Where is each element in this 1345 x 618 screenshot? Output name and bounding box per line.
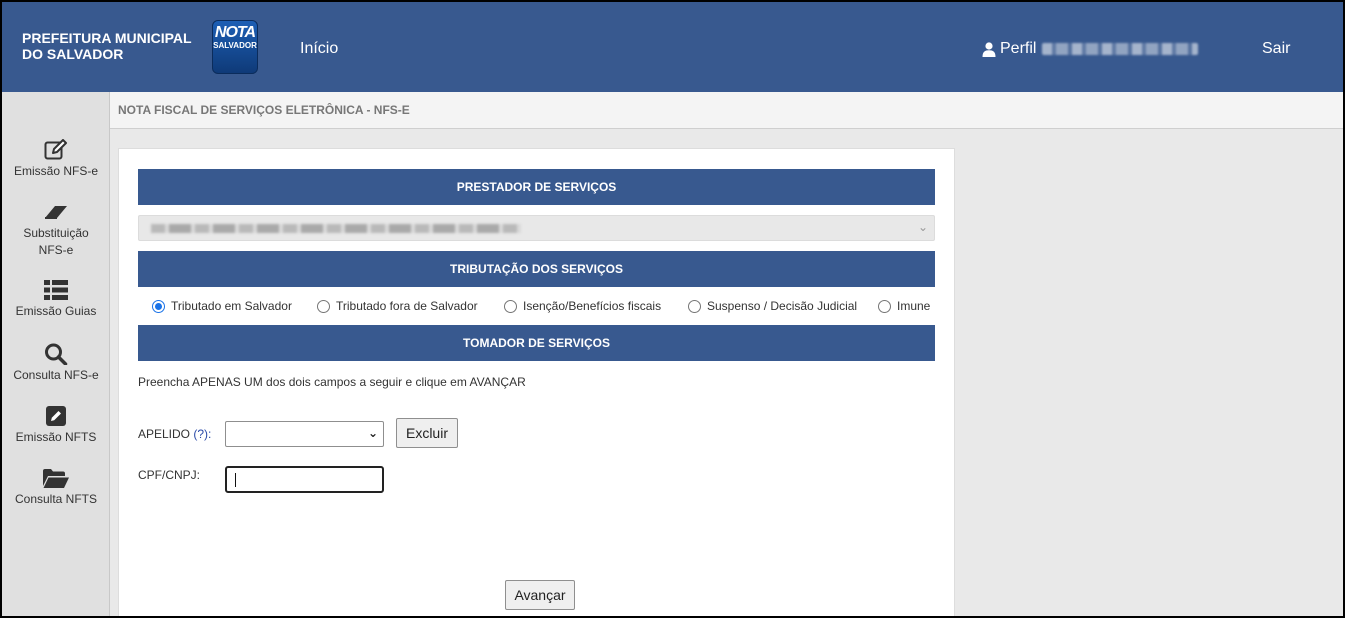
radio-indicator[interactable] <box>317 299 330 313</box>
radio-indicator[interactable] <box>878 299 891 313</box>
tributacao-header: TRIBUTAÇÃO DOS SERVIÇOS <box>138 251 935 287</box>
instructions-text: Preencha APENAS UM dos dois campos a seg… <box>138 375 526 389</box>
radio-imune[interactable]: Imune <box>878 299 930 313</box>
apelido-label: APELIDO (?): <box>138 427 212 441</box>
perfil-label: Perfil <box>1000 40 1037 57</box>
eraser-icon <box>45 206 67 219</box>
breadcrumb: NOTA FISCAL DE SERVIÇOS ELETRÔNICA - NFS… <box>118 103 410 117</box>
main-panel: PRESTADOR DE SERVIÇOS ⌄ TRIBUTAÇÃO DOS S… <box>118 148 955 616</box>
sidebar-item-consulta-nfts[interactable]: Consulta NFTS <box>2 468 110 508</box>
sair-link[interactable]: Sair <box>1262 40 1290 58</box>
sidebar-item-emissao-guias[interactable]: Emissão Guias <box>2 279 110 320</box>
app-window: PREFEITURA MUNICIPAL DO SALVADOR NOTA SA… <box>2 2 1343 616</box>
avancar-button[interactable]: Avançar <box>505 580 575 610</box>
breadcrumb-bar: NOTA FISCAL DE SERVIÇOS ELETRÔNICA - NFS… <box>2 92 1343 129</box>
sidebar-item-emissao-nfts[interactable]: Emissão NFTS <box>2 405 110 446</box>
apelido-help-link[interactable]: (?): <box>193 427 211 441</box>
radio-indicator[interactable] <box>504 299 517 313</box>
pencil-square-icon <box>46 406 66 426</box>
tomador-header: TOMADOR DE SERVIÇOS <box>138 325 935 361</box>
radio-tributado-salvador[interactable]: Tributado em Salvador <box>152 299 292 313</box>
folder-open-icon <box>43 469 69 488</box>
radio-indicator[interactable] <box>152 299 165 313</box>
excluir-button[interactable]: Excluir <box>396 418 458 448</box>
apelido-select[interactable]: ⌄ <box>225 421 384 447</box>
tributacao-radio-group: Tributado em Salvador Tributado fora de … <box>138 299 935 317</box>
cpf-cnpj-input[interactable] <box>225 466 384 493</box>
sidebar-item-substituicao-nfse[interactable]: Substituição NFS-e <box>2 203 110 259</box>
list-icon <box>44 280 68 300</box>
nota-salvador-logo[interactable]: NOTA SALVADOR <box>212 20 258 74</box>
redacted-user-id <box>1042 43 1199 55</box>
radio-suspenso[interactable]: Suspenso / Decisão Judicial <box>688 299 857 313</box>
radio-tributado-fora[interactable]: Tributado fora de Salvador <box>317 299 478 313</box>
sidebar: Emissão NFS-e Substituição NFS-e Emissão… <box>2 129 110 616</box>
text-caret <box>235 473 236 487</box>
chevron-down-icon: ⌄ <box>917 220 928 234</box>
org-name: PREFEITURA MUNICIPAL DO SALVADOR <box>22 30 192 62</box>
cpf-cnpj-label: CPF/CNPJ: <box>138 468 201 482</box>
edit-icon <box>44 139 67 160</box>
sidebar-item-consulta-nfse[interactable]: Consulta NFS-e <box>2 343 110 384</box>
search-icon <box>45 343 68 365</box>
perfil-menu[interactable]: Perfil <box>982 40 1199 58</box>
prestador-header: PRESTADOR DE SERVIÇOS <box>138 169 935 205</box>
logo-text-salvador: SALVADOR <box>213 41 257 50</box>
chevron-down-icon: ⌄ <box>367 426 378 440</box>
user-icon <box>982 41 996 57</box>
top-header: PREFEITURA MUNICIPAL DO SALVADOR NOTA SA… <box>2 2 1343 92</box>
prestador-select[interactable]: ⌄ <box>138 215 935 241</box>
redacted-prestador-name <box>151 224 521 233</box>
nav-inicio-link[interactable]: Início <box>300 40 338 58</box>
logo-text-nota: NOTA <box>214 24 256 41</box>
sidebar-item-emissao-nfse[interactable]: Emissão NFS-e <box>2 139 110 180</box>
radio-isencao[interactable]: Isenção/Benefícios fiscais <box>504 299 661 313</box>
radio-indicator[interactable] <box>688 299 701 313</box>
